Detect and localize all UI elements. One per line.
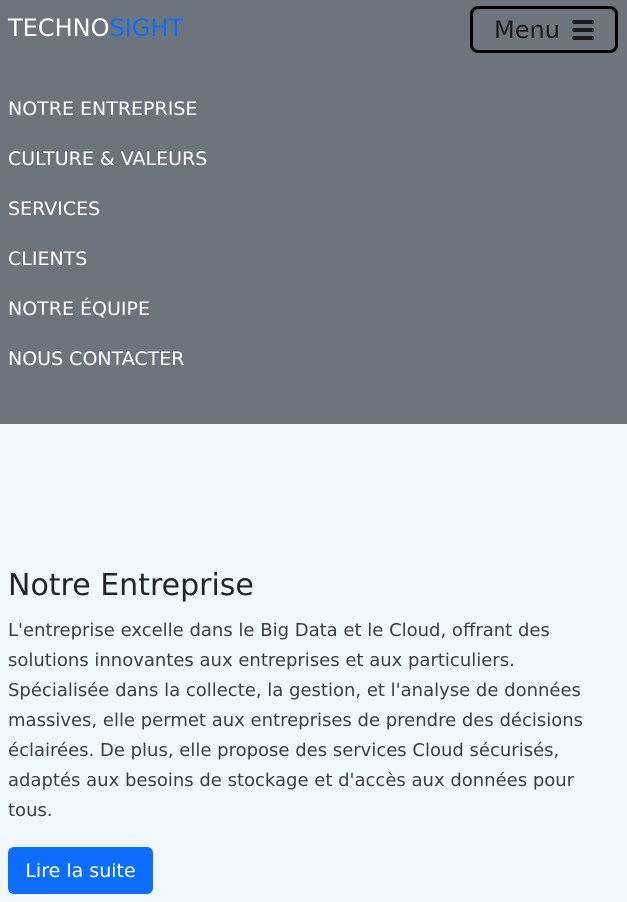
- nav-item-culture-valeurs[interactable]: CULTURE & VALEURS: [8, 146, 207, 196]
- nav-item-nous-contacter[interactable]: NOUS CONTACTER: [8, 346, 207, 396]
- brand-part-techno: TECHNO: [8, 14, 110, 42]
- section-title: Notre Entreprise: [8, 568, 254, 603]
- hamburger-icon: [571, 19, 594, 40]
- section-body: L'entreprise excelle dans le Big Data et…: [8, 620, 584, 821]
- nav-menu: NOTRE ENTREPRISE CULTURE & VALEURS SERVI…: [8, 96, 207, 396]
- menu-toggle-button[interactable]: Menu: [470, 6, 618, 53]
- navbar: TECHNOSIGHT Menu NOTRE ENTREPRISE CULTUR…: [0, 0, 627, 424]
- nav-item-services[interactable]: SERVICES: [8, 196, 207, 246]
- nav-item-clients[interactable]: CLIENTS: [8, 246, 207, 296]
- main-section: Notre Entreprise L'entreprise excelle da…: [8, 566, 618, 826]
- nav-item-notre-entreprise[interactable]: NOTRE ENTREPRISE: [8, 96, 207, 146]
- nav-item-notre-equipe[interactable]: NOTRE ÉQUIPE: [8, 296, 207, 346]
- brand-logo[interactable]: TECHNOSIGHT: [8, 14, 183, 42]
- read-more-button[interactable]: Lire la suite: [8, 847, 153, 894]
- menu-button-label: Menu: [494, 15, 560, 44]
- brand-part-sight: SIGHT: [109, 14, 184, 42]
